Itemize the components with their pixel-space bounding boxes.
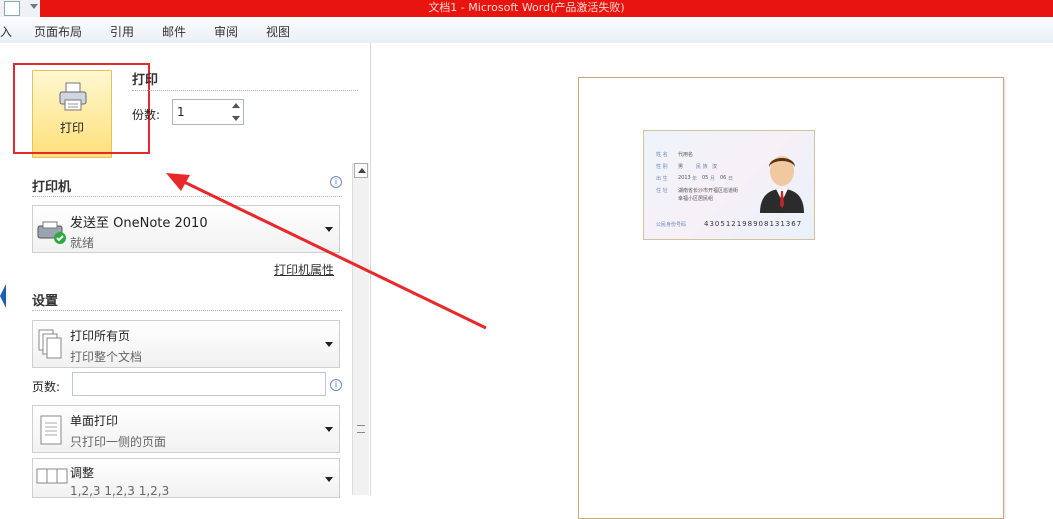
printer-section-title: 打印机 bbox=[32, 180, 72, 195]
tab-review[interactable]: 审阅 bbox=[214, 23, 238, 40]
printer-properties-link[interactable]: 打印机属性 bbox=[274, 261, 334, 278]
id-sex: 男 bbox=[678, 164, 684, 170]
settings-section-title: 设置 bbox=[32, 294, 59, 309]
id-name-label: 姓 名 bbox=[656, 152, 668, 158]
sides-dropdown[interactable]: 单面打印 只打印一侧的页面 bbox=[32, 405, 340, 453]
id-address-line1: 湖南省长沙市开福区巡道街 bbox=[678, 188, 739, 194]
id-month-label: 月 bbox=[710, 176, 716, 182]
printer-status: 就绪 bbox=[70, 236, 95, 250]
collate-icon bbox=[36, 468, 68, 484]
scroll-up-icon[interactable] bbox=[354, 163, 368, 178]
one-sided-icon bbox=[40, 415, 62, 445]
divider bbox=[32, 310, 342, 311]
tab-view[interactable]: 视图 bbox=[266, 23, 290, 40]
title-bar: 文档1 - Microsoft Word(产品激活失败) bbox=[0, 0, 1053, 17]
id-address-line2: 幸福小区居民组 bbox=[678, 196, 714, 202]
id-birth-year: 2013 bbox=[678, 175, 691, 181]
print-preview-icon[interactable] bbox=[4, 1, 20, 16]
all-pages-icon bbox=[38, 329, 62, 359]
printer-name: 发送至 OneNote 2010 bbox=[70, 216, 208, 231]
chevron-down-icon bbox=[325, 227, 333, 232]
printer-ready-icon bbox=[37, 221, 66, 244]
pages-info-icon[interactable]: i bbox=[330, 379, 342, 391]
divider bbox=[32, 196, 342, 197]
id-birth-month: 05 bbox=[702, 175, 709, 181]
id-number-label: 公民身份号码 bbox=[656, 222, 687, 228]
pages-label: 页数: bbox=[32, 380, 61, 394]
tab-mailings[interactable]: 邮件 bbox=[162, 23, 186, 40]
id-card-image: 姓 名 代用名 性 别 男 民 族 汉 出 生 2013 年 05 月 06 日… bbox=[643, 130, 815, 240]
id-name: 代用名 bbox=[678, 152, 694, 158]
collate-title: 调整 bbox=[70, 466, 95, 480]
chevron-down-icon bbox=[325, 427, 333, 432]
chevron-down-icon bbox=[325, 477, 333, 482]
window-title: 文档1 - Microsoft Word(产品激活失败) bbox=[428, 1, 625, 14]
tab-references[interactable]: 引用 bbox=[110, 23, 134, 40]
print-range-dropdown[interactable]: 打印所有页 打印整个文档 bbox=[32, 320, 340, 368]
print-range-subtitle: 打印整个文档 bbox=[70, 350, 143, 364]
tab-page-layout[interactable]: 页面布局 bbox=[34, 23, 82, 40]
customize-toolbar-icon[interactable] bbox=[30, 4, 38, 9]
id-number: 430512198908131367 bbox=[704, 220, 803, 228]
collate-dropdown[interactable]: 调整 1,2,3 1,2,3 1,2,3 bbox=[32, 458, 340, 498]
scroll-grip-icon[interactable] bbox=[357, 425, 365, 433]
id-year-label: 年 bbox=[692, 176, 698, 182]
sides-subtitle: 只打印一侧的页面 bbox=[70, 435, 167, 449]
tab-insert[interactable]: 入 bbox=[0, 23, 12, 40]
settings-scrollbar[interactable] bbox=[352, 163, 369, 495]
id-sex-label: 性 别 bbox=[656, 164, 668, 170]
id-birth-day: 06 bbox=[720, 175, 727, 181]
id-address-label: 住 址 bbox=[656, 188, 668, 194]
printer-dropdown[interactable]: 发送至 OneNote 2010 就绪 bbox=[32, 205, 340, 253]
ribbon-tabs: 入 页面布局 引用 邮件 审阅 视图 bbox=[0, 17, 1053, 44]
collate-subtitle: 1,2,3 1,2,3 1,2,3 bbox=[70, 484, 170, 498]
id-birth-label: 出 生 bbox=[656, 176, 668, 182]
copies-label: 份数: bbox=[132, 108, 161, 122]
stepper-down-icon[interactable] bbox=[232, 116, 240, 121]
copies-stepper[interactable]: 1 bbox=[172, 99, 244, 125]
divider bbox=[132, 90, 358, 91]
chevron-down-icon bbox=[325, 342, 333, 347]
print-range-title: 打印所有页 bbox=[70, 329, 131, 343]
quick-access-toolbar bbox=[0, 0, 40, 17]
pages-input[interactable] bbox=[72, 372, 326, 396]
printer-info-icon[interactable]: i bbox=[330, 176, 342, 188]
stepper-up-icon[interactable] bbox=[232, 103, 240, 108]
id-day-label: 日 bbox=[728, 176, 734, 182]
id-ethnicity-label: 民 族 bbox=[696, 164, 708, 170]
sides-title: 单面打印 bbox=[70, 414, 119, 428]
print-section-title: 打印 bbox=[132, 73, 159, 88]
id-ethnicity: 汉 bbox=[712, 164, 718, 170]
annotation-highlight-box bbox=[13, 63, 150, 154]
copies-value: 1 bbox=[177, 105, 185, 119]
avatar-icon bbox=[760, 156, 804, 213]
